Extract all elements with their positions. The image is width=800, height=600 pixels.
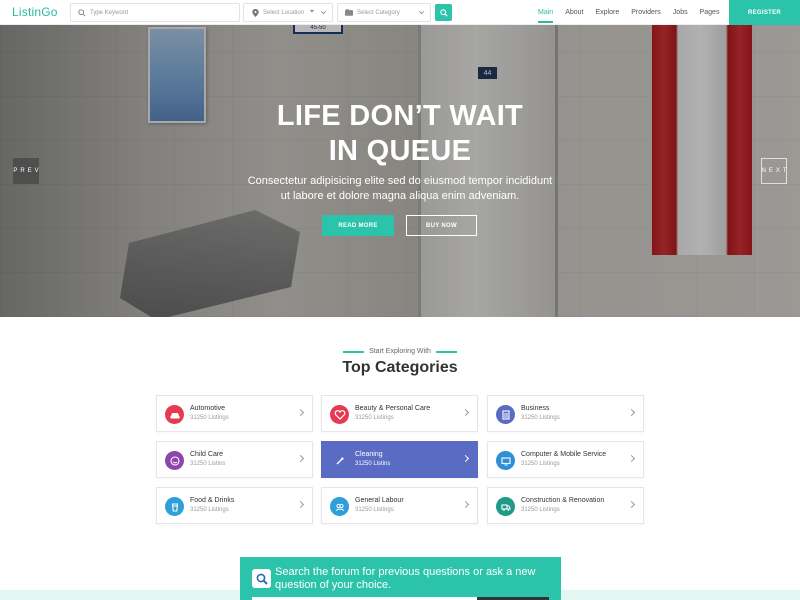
smile-icon	[165, 451, 184, 470]
top-header: ListinGo Type Keyword Select Location ⌖ …	[0, 0, 800, 25]
hero-overlay	[0, 25, 800, 317]
category-name: Beauty & Personal Care	[355, 405, 431, 412]
search-icon	[439, 8, 448, 17]
nav-main[interactable]: Main	[538, 0, 554, 25]
forum-search-icon	[252, 569, 271, 588]
category-select[interactable]: Select Category	[337, 3, 431, 22]
category-count: 31250 Listings	[521, 507, 560, 513]
hero-slider: 44 45-50 LIFE DON’T WAIT IN QUEUE Consec…	[0, 25, 800, 317]
category-name: Automotive	[190, 405, 226, 412]
location-placeholder: Select Location	[263, 9, 305, 16]
chevron-down-icon	[321, 9, 326, 14]
category-card[interactable]: Construction & Renovation 31250 Listings	[487, 487, 644, 524]
chevron-right-icon	[461, 500, 470, 509]
category-name: Business	[521, 405, 550, 412]
category-name: Child Care	[190, 451, 224, 458]
forum-text: Search the forum for previous questions …	[275, 566, 555, 592]
hero-subtitle-line-1: Consectetur adipisicing elite sed do eiu…	[247, 175, 553, 187]
category-placeholder: Select Category	[357, 9, 400, 16]
category-count: 31250 Listings	[190, 507, 229, 513]
category-card[interactable]: Child Care 31250 Listins	[156, 441, 313, 478]
car-icon	[165, 405, 184, 424]
kicker-line-left	[343, 350, 365, 353]
category-count: 31250 Listings	[355, 415, 394, 421]
nav-about[interactable]: About	[565, 0, 583, 25]
prev-slide-button[interactable]: PREV	[13, 158, 39, 184]
hero-subtitle: Consectetur adipisicing elite sed do eiu…	[0, 174, 800, 204]
chevron-right-icon	[627, 454, 636, 463]
kicker-text: Start Exploring With	[369, 348, 431, 355]
nav-jobs[interactable]: Jobs	[673, 0, 688, 25]
hero-title-line-1: LIFE DON’T WAIT	[276, 100, 524, 132]
category-card[interactable]: Food & Drinks 31250 Listings	[156, 487, 313, 524]
category-count: 31250 Listings	[355, 507, 394, 513]
nav-providers[interactable]: Providers	[631, 0, 661, 25]
monitor-icon	[496, 451, 515, 470]
main-nav: Main About Explore Providers Jobs Pages	[538, 0, 731, 25]
category-count: 31250 Listings	[190, 415, 229, 421]
forum-banner: Search the forum for previous questions …	[240, 557, 561, 600]
forum-text-line-1: Search the forum for previous questions …	[275, 566, 536, 578]
section-kicker: Start Exploring With	[0, 348, 800, 355]
category-name: Cleaning	[355, 451, 383, 458]
nav-explore[interactable]: Explore	[595, 0, 619, 25]
category-card[interactable]: General Labour 31250 Listings	[321, 487, 478, 524]
heart-icon	[330, 405, 349, 424]
category-card[interactable]: Automotive 31250 Listings	[156, 395, 313, 432]
truck-icon	[496, 497, 515, 516]
chevron-right-icon	[296, 408, 305, 417]
search-icon	[78, 8, 86, 17]
people-icon	[330, 497, 349, 516]
category-name: General Labour	[355, 497, 404, 504]
category-count: 31250 Listins	[355, 461, 391, 467]
category-count: 31250 Listins	[190, 461, 226, 467]
chevron-down-icon	[419, 9, 424, 14]
chevron-right-icon	[461, 408, 470, 417]
category-card[interactable]: Cleaning 31250 Listins	[321, 441, 478, 478]
category-card[interactable]: Beauty & Personal Care 31250 Listings	[321, 395, 478, 432]
logo[interactable]: ListinGo	[12, 5, 58, 19]
section-title: Top Categories	[342, 359, 458, 376]
hero-title: LIFE DON’T WAIT IN QUEUE	[0, 99, 800, 169]
category-count: 31250 Listings	[521, 461, 560, 467]
category-card[interactable]: Computer & Mobile Service 31250 Listings	[487, 441, 644, 478]
chevron-right-icon	[296, 500, 305, 509]
chevron-right-icon	[461, 454, 470, 463]
chevron-right-icon	[296, 454, 305, 463]
chevron-right-icon	[627, 500, 636, 509]
location-select[interactable]: Select Location ⌖	[243, 3, 333, 22]
crosshair-icon[interactable]: ⌖	[310, 8, 314, 16]
hero-title-line-2: IN QUEUE	[328, 135, 472, 167]
brush-icon	[330, 451, 349, 470]
category-name: Food & Drinks	[190, 497, 235, 504]
keyword-placeholder: Type Keyword	[90, 9, 129, 16]
category-name: Computer & Mobile Service	[521, 451, 607, 458]
buy-now-button[interactable]: BUY NOW	[406, 215, 477, 236]
cup-icon	[165, 497, 184, 516]
hero-subtitle-line-2: ut labore et dolore magna aliqua enim ad…	[280, 190, 520, 202]
kicker-line-right	[435, 350, 457, 353]
category-icon	[345, 9, 353, 17]
map-pin-icon	[251, 8, 259, 17]
forum-text-line-2: question of your choice.	[275, 579, 392, 591]
building-icon	[496, 405, 515, 424]
read-more-button[interactable]: READ MORE	[322, 215, 394, 236]
next-slide-button[interactable]: NEXT	[761, 158, 787, 184]
category-count: 31250 Listings	[521, 415, 560, 421]
category-name: Construction & Renovation	[521, 497, 605, 504]
search-button[interactable]	[435, 4, 452, 21]
register-button[interactable]: REGISTER	[729, 0, 800, 25]
chevron-right-icon	[627, 408, 636, 417]
nav-pages[interactable]: Pages	[700, 0, 720, 25]
keyword-search-input[interactable]: Type Keyword	[70, 3, 240, 22]
category-card[interactable]: Business 31250 Listings	[487, 395, 644, 432]
